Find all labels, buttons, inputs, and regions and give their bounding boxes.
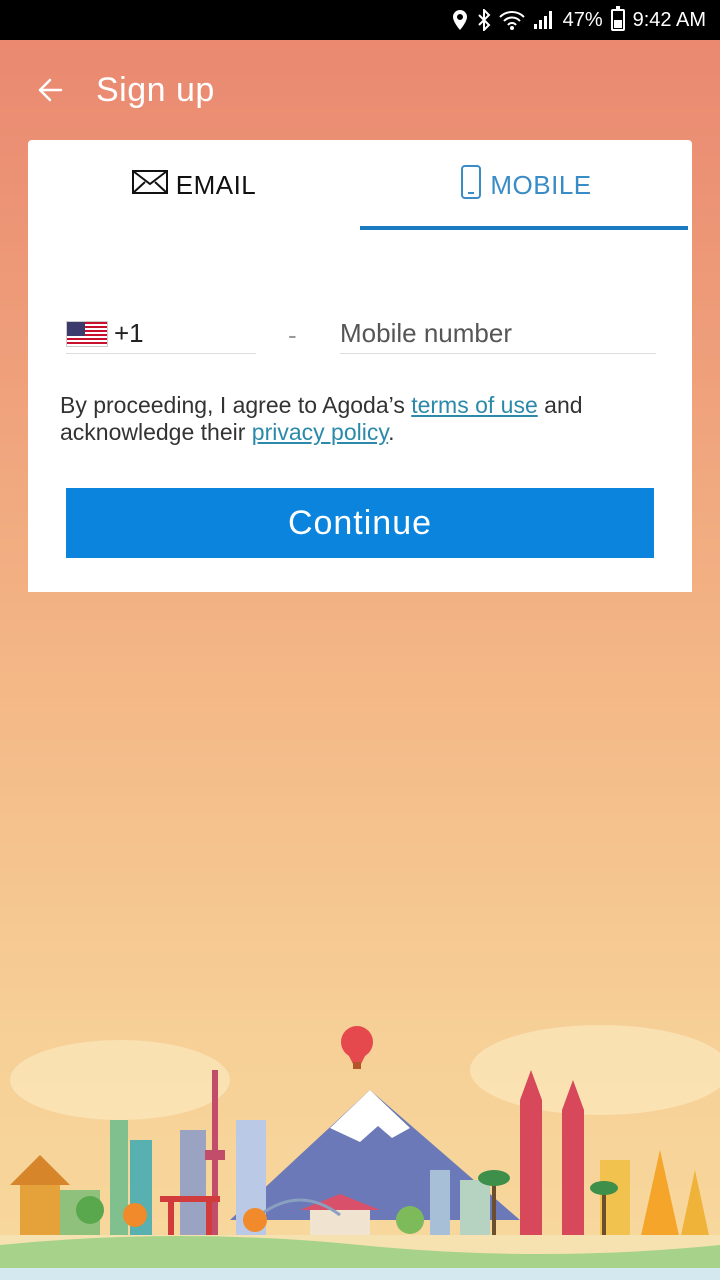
battery-percent: 47% bbox=[562, 8, 603, 31]
tab-mobile[interactable]: MOBILE bbox=[360, 140, 692, 230]
clock: 9:42 AM bbox=[632, 8, 706, 31]
signup-card: EMAIL MOBILE +1 - By proceeding, I agree… bbox=[28, 140, 692, 592]
terms-suffix: . bbox=[388, 419, 395, 445]
tab-indicator bbox=[360, 226, 688, 230]
separator: - bbox=[288, 320, 297, 350]
header: Sign up bbox=[0, 40, 720, 140]
tab-email[interactable]: EMAIL bbox=[28, 140, 360, 230]
country-code: +1 bbox=[114, 318, 144, 348]
mobile-number-input[interactable] bbox=[340, 314, 656, 354]
arrow-left-icon[interactable] bbox=[34, 74, 66, 106]
phone-icon bbox=[460, 164, 482, 206]
privacy-policy-link[interactable]: privacy policy bbox=[252, 419, 388, 445]
wifi-icon bbox=[498, 10, 525, 30]
phone-row: +1 - bbox=[28, 310, 692, 360]
battery-icon bbox=[610, 6, 625, 31]
tab-email-label: EMAIL bbox=[175, 169, 257, 200]
us-flag-icon bbox=[66, 320, 108, 347]
terms-of-use-link[interactable]: terms of use bbox=[411, 392, 538, 418]
terms-text: By proceeding, I agree to Agoda’s terms … bbox=[60, 392, 660, 446]
status-bar: 47% 9:42 AM bbox=[0, 0, 720, 40]
location-icon bbox=[451, 9, 469, 31]
page-title: Sign up bbox=[96, 70, 215, 109]
travel-skyline-image bbox=[0, 1020, 720, 1280]
country-code-field[interactable]: +1 bbox=[66, 314, 256, 354]
bluetooth-icon bbox=[477, 9, 491, 31]
continue-button[interactable]: Continue bbox=[66, 488, 654, 558]
battery-level bbox=[613, 19, 622, 28]
envelope-icon bbox=[131, 169, 168, 201]
signal-icon bbox=[533, 10, 555, 30]
tab-mobile-label: MOBILE bbox=[490, 169, 592, 200]
signup-tabs: EMAIL MOBILE bbox=[28, 140, 692, 230]
terms-prefix: By proceeding, I agree to Agoda’s bbox=[60, 392, 412, 418]
